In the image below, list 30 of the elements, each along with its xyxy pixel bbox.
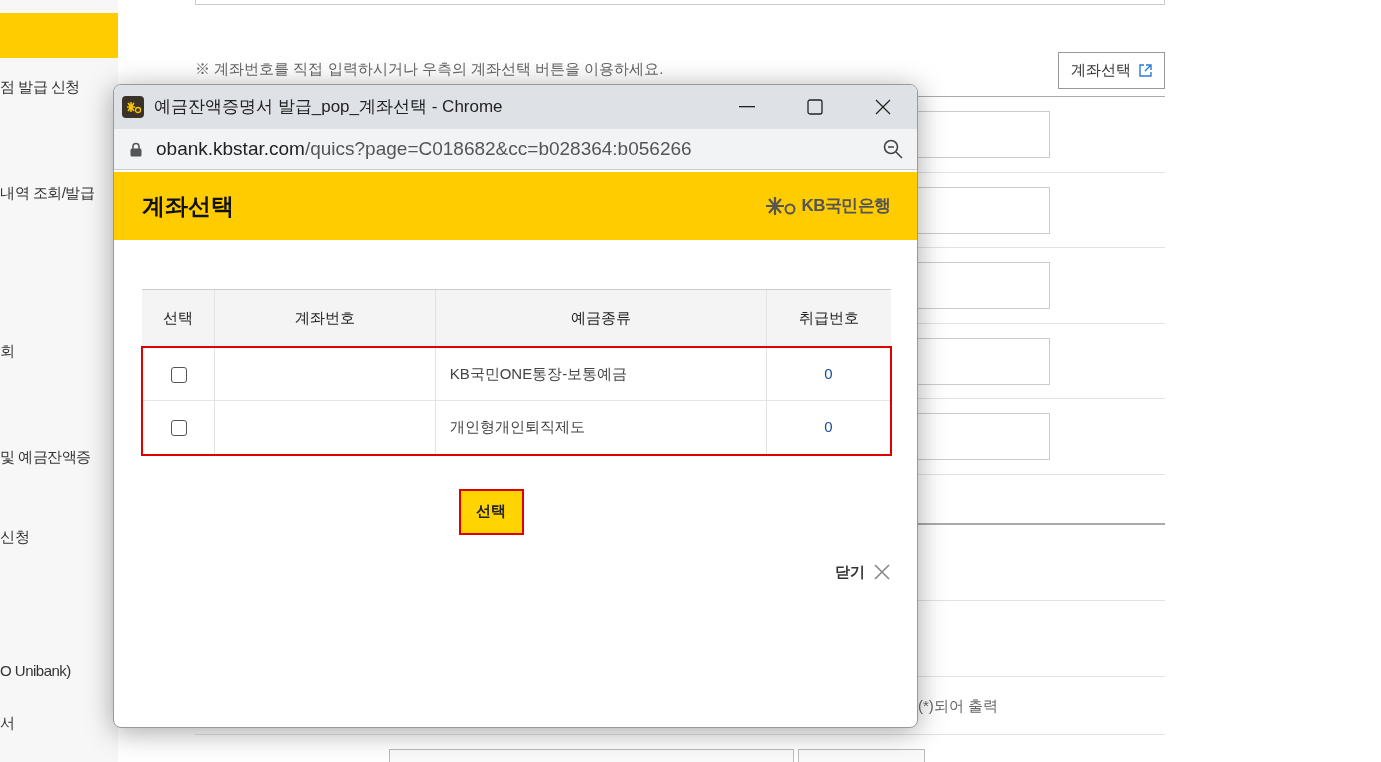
close-link[interactable]: 닫기 [835,560,865,583]
input-field[interactable] [798,748,925,762]
input-field[interactable] [195,0,1165,5]
lock-icon [130,141,142,157]
close-icon [875,99,891,115]
notice-text: ※ 계좌번호를 직접 입력하시거나 우측의 계좌선택 버튼을 이용하세요. [195,59,664,79]
checkbox[interactable] [170,420,187,437]
brand-name: KB국민은행 [801,195,891,218]
table-cell: 0 [824,418,833,435]
input-field[interactable] [389,748,794,762]
select-button[interactable]: 선택 [458,488,524,535]
external-link-icon [1139,64,1152,77]
table-cell: 개인형개인퇴직제도 [449,418,585,435]
popup-heading: 계좌선택 [142,191,234,221]
table-cell: KB국민ONE통장-보통예금 [449,364,628,382]
close-icon[interactable] [873,562,891,581]
account-select-button[interactable]: 계좌선택 [1058,52,1165,89]
app-icon [122,96,144,118]
column-header: 예금종류 [570,308,631,326]
table-cell: 0 [824,364,833,382]
window-title: 예금잔액증명서 발급_pop_계좌선택 - Chrome [154,96,504,119]
zoom-out-icon[interactable] [883,139,903,159]
column-header: 취급번호 [798,308,859,326]
maximize-icon [807,99,823,115]
checkbox[interactable] [170,366,187,383]
star-logo-icon [765,195,798,217]
footnote-text: (*)되어 출력 [918,696,998,714]
minimize-icon [739,106,755,108]
column-header: 선택 [163,308,194,326]
column-header: 계좌번호 [295,308,355,326]
